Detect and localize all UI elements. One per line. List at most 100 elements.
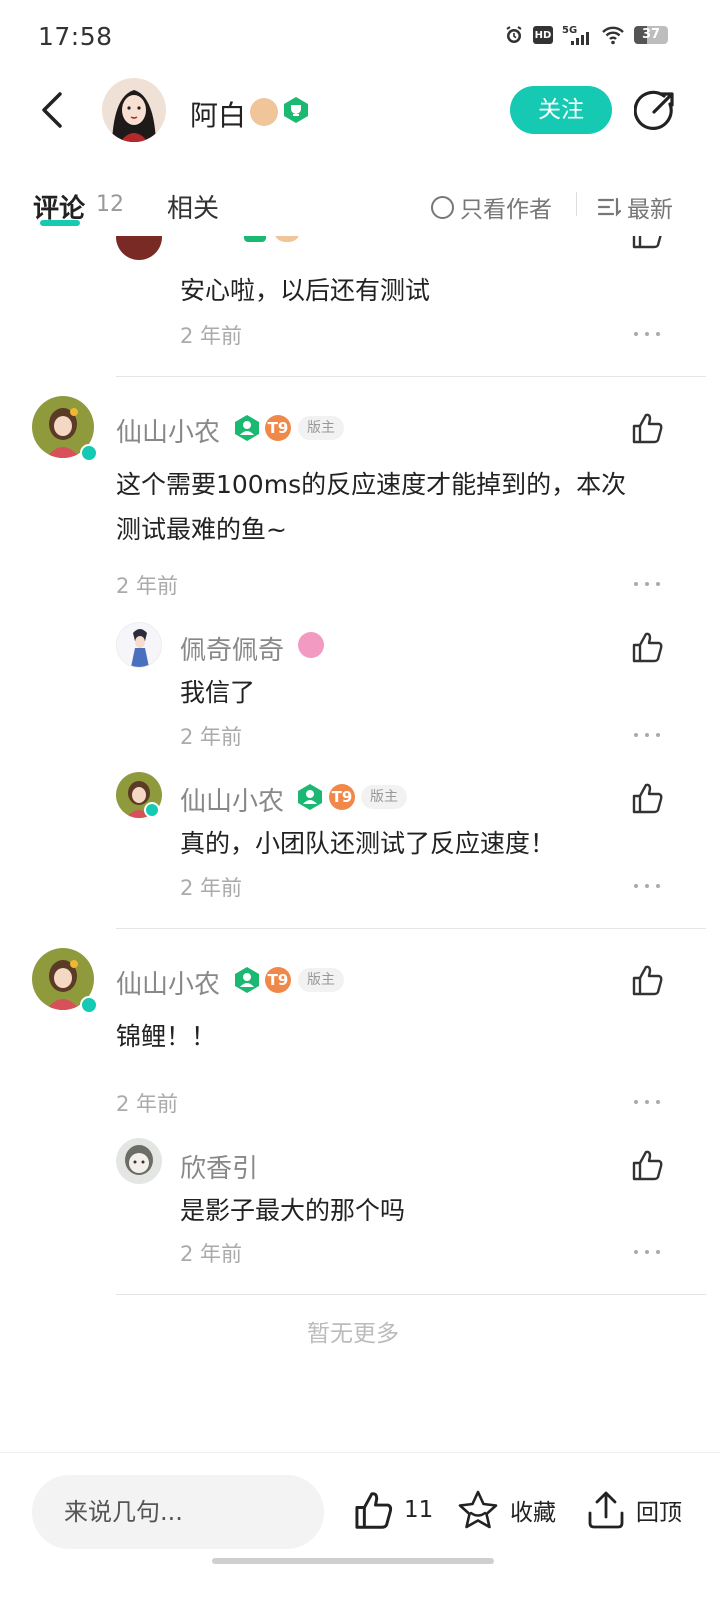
verified-icon — [144, 802, 160, 818]
verified-icon — [80, 444, 98, 462]
like-button[interactable] — [630, 1148, 664, 1182]
level-badge: T9 — [265, 967, 291, 993]
comment-text-line1: 这个需要100ms的反应速度才能掉到的，本次 — [116, 470, 627, 499]
mod-badge-icon — [235, 967, 259, 993]
favorite-button[interactable]: 收藏 — [456, 1489, 556, 1531]
author-avatar[interactable] — [102, 78, 166, 142]
comment-tabs: 评论 12 相关 只看作者 最新 — [0, 178, 720, 234]
home-indicator[interactable] — [212, 1558, 494, 1564]
status-icons: HD 5G 37 — [504, 24, 668, 46]
level-badge — [250, 98, 278, 126]
comment-text: 安心啦，以后还有测试 — [180, 276, 431, 305]
like-count: 11 — [404, 1497, 434, 1523]
no-more-label: 暂无更多 — [307, 1321, 399, 1347]
share-icon — [633, 90, 674, 130]
comments-count: 12 — [96, 192, 124, 217]
favorite-label: 收藏 — [510, 1500, 556, 1526]
upload-arrow-icon — [588, 1491, 624, 1529]
commenter-name[interactable]: 仙山小农 — [116, 412, 220, 449]
comment-separator — [116, 376, 706, 377]
alarm-icon — [504, 25, 524, 45]
reply-text: 是影子最大的那个吗 — [180, 1196, 406, 1225]
mod-badge-icon — [235, 415, 259, 441]
reply-username[interactable]: 欣香引 — [180, 1148, 258, 1185]
like-button[interactable] — [630, 236, 664, 250]
like-button[interactable] — [630, 411, 664, 445]
reply-text: 真的，小团队还测试了反应速度！ — [180, 829, 556, 858]
thumbs-up-icon — [632, 783, 663, 814]
reply-time: 2 年前 — [180, 725, 243, 749]
comment-text: 锦鲤！！ — [116, 1022, 217, 1051]
more-options-icon[interactable] — [634, 882, 660, 890]
thumbs-up-icon — [632, 965, 663, 996]
sort-label: 最新 — [627, 197, 673, 223]
level-badge: T9 — [265, 415, 291, 441]
comment-list: ▀▀ 安心啦，以后还有测试 2 年前 仙山小农 T9 版主 这个需要100ms的… — [0, 236, 720, 1450]
thumbs-up-icon — [632, 1150, 663, 1181]
like-button[interactable] — [630, 781, 664, 815]
header: 阿白 关注 — [0, 72, 720, 148]
partial-username-row: ▀▀ — [180, 236, 350, 242]
back-arrow-icon — [42, 92, 62, 128]
more-options-icon[interactable] — [634, 580, 660, 588]
commenter-name[interactable]: 仙山小农 — [116, 964, 220, 1001]
back-to-top-label: 回顶 — [636, 1500, 682, 1526]
more-options-icon[interactable] — [634, 1098, 660, 1106]
mod-badge-icon — [298, 784, 322, 810]
comment-separator — [116, 928, 706, 929]
comment-time: 2 年前 — [116, 574, 179, 598]
thumbs-up-icon — [632, 236, 662, 249]
only-author-label: 只看作者 — [460, 197, 552, 223]
back-button[interactable] — [36, 90, 68, 130]
status-bar: 17:58 HD 5G 37 — [0, 0, 720, 72]
battery-icon: 37 — [634, 26, 668, 44]
more-options-icon[interactable] — [634, 330, 660, 338]
like-button[interactable] — [630, 963, 664, 997]
share-button[interactable] — [633, 90, 676, 132]
reply-username[interactable]: 佩奇佩奇 — [180, 630, 284, 667]
reply-avatar[interactable] — [116, 236, 162, 260]
more-options-icon[interactable] — [634, 731, 660, 739]
thumbs-up-icon — [632, 632, 663, 663]
back-to-top-button[interactable]: 回顶 — [586, 1489, 682, 1531]
reply-time: 2 年前 — [180, 876, 243, 900]
reply-text: 我信了 — [180, 678, 256, 707]
follow-button[interactable]: 关注 — [510, 86, 612, 134]
battery-level: 37 — [641, 27, 661, 42]
sort-latest-button[interactable]: 最新 — [597, 190, 673, 224]
achievement-badge-icon — [284, 97, 308, 123]
thumbs-up-icon — [632, 413, 663, 444]
svg-text:5G: 5G — [562, 25, 577, 36]
star-icon — [458, 1490, 498, 1529]
hd-icon: HD — [533, 26, 553, 44]
reply-time: 2 年前 — [180, 1242, 243, 1266]
status-time: 17:58 — [38, 22, 113, 51]
verified-icon — [80, 996, 98, 1014]
like-button[interactable] — [630, 630, 664, 664]
wifi-icon — [601, 25, 625, 45]
reply-username[interactable]: 仙山小农 — [180, 781, 284, 818]
comment-time: 2 年前 — [180, 324, 243, 348]
reply-avatar[interactable] — [116, 1138, 162, 1184]
5g-signal-icon: 5G — [562, 24, 592, 46]
only-author-toggle[interactable]: 只看作者 — [431, 190, 552, 224]
moderator-tag: 版主 — [298, 416, 344, 440]
comment-text-line2: 测试最难的鱼~ — [116, 515, 287, 544]
thumbs-up-icon — [355, 1492, 393, 1529]
reply-avatar[interactable] — [116, 622, 162, 668]
tab-divider — [576, 192, 577, 216]
level-badge: T9 — [329, 784, 355, 810]
comment-time: 2 年前 — [116, 1092, 179, 1116]
moderator-tag: 版主 — [298, 968, 344, 992]
comment-input[interactable]: 来说几句... — [32, 1475, 324, 1549]
tab-active-indicator — [40, 220, 80, 226]
comment-separator — [116, 1294, 706, 1295]
more-options-icon[interactable] — [634, 1248, 660, 1256]
user-badge-icon — [298, 632, 324, 658]
like-post-button[interactable]: 11 — [352, 1489, 433, 1531]
author-name: 阿白 — [190, 99, 247, 132]
bottom-action-bar: 来说几句... 11 收藏 回顶 — [0, 1452, 720, 1600]
sort-icon — [597, 197, 621, 217]
tab-related[interactable]: 相关 — [167, 188, 219, 225]
radio-circle-icon — [431, 195, 454, 219]
